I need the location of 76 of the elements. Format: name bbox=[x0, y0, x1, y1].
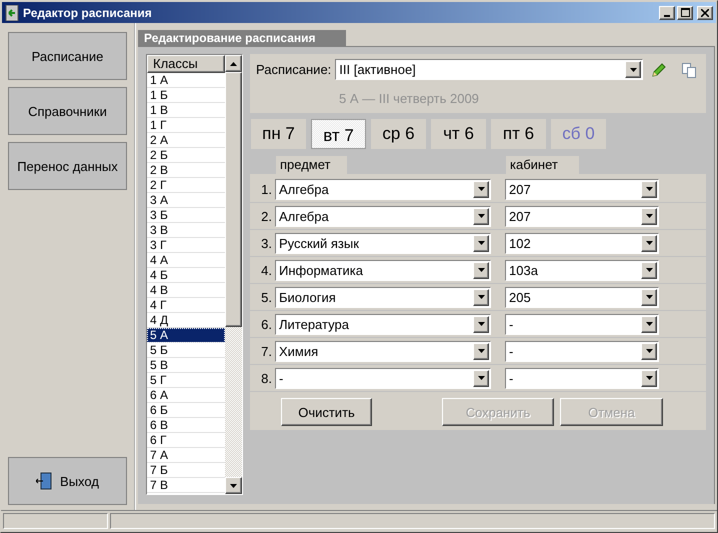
row-number: 2. bbox=[260, 208, 273, 224]
action-button[interactable]: Очистить bbox=[281, 398, 372, 426]
caret-down-icon bbox=[478, 241, 484, 245]
window-title: Редактор расписания bbox=[23, 6, 153, 20]
room-dropdown[interactable]: 102 bbox=[505, 232, 659, 254]
day-tab[interactable]: ср 6 bbox=[371, 119, 426, 149]
maximize-button[interactable] bbox=[677, 6, 693, 20]
row-number: 8. bbox=[260, 370, 273, 386]
maximize-icon bbox=[680, 8, 690, 17]
class-item[interactable]: 5 А bbox=[147, 328, 225, 343]
day-tab[interactable]: вт 7 bbox=[311, 119, 366, 149]
room-dropdown[interactable]: 207 bbox=[505, 178, 659, 200]
row-number: 7. bbox=[260, 344, 273, 358]
schedule-subtitle: 5 А — III четверть 2009 bbox=[339, 91, 480, 106]
caret-down-icon bbox=[478, 376, 484, 380]
caret-up-icon bbox=[230, 62, 237, 66]
exit-door-icon bbox=[36, 472, 52, 490]
subject-dropdown[interactable]: Биология bbox=[275, 286, 491, 308]
subject-dropdown[interactable]: Химия bbox=[275, 340, 491, 362]
caret-down-icon bbox=[478, 268, 484, 272]
minimize-icon bbox=[664, 14, 670, 16]
caret-down-icon bbox=[646, 268, 652, 272]
day-tab[interactable]: чт 6 bbox=[431, 119, 486, 149]
room-dropdown[interactable]: 205 bbox=[505, 286, 659, 308]
caret-down-icon bbox=[478, 322, 484, 326]
scroll-down-button[interactable] bbox=[225, 477, 242, 494]
subject-dropdown[interactable]: Литература bbox=[275, 314, 491, 334]
subject-dropdown[interactable]: Русский язык bbox=[275, 232, 491, 254]
day-tab[interactable]: пт 6 bbox=[491, 119, 546, 149]
nav-button[interactable]: Справочники bbox=[8, 87, 127, 135]
room-dropdown[interactable]: - bbox=[505, 314, 659, 334]
panel-title: Редактирование расписания bbox=[138, 30, 346, 46]
caret-down-icon bbox=[646, 295, 652, 299]
row-number: 3. bbox=[260, 236, 273, 250]
caret-down-icon bbox=[230, 484, 237, 488]
caret-down-icon bbox=[646, 322, 652, 326]
scroll-thumb[interactable] bbox=[225, 72, 242, 327]
subject-dropdown[interactable]: Алгебра bbox=[275, 206, 491, 226]
caret-down-icon bbox=[478, 295, 484, 299]
scroll-up-button[interactable] bbox=[225, 55, 242, 72]
caret-down-icon bbox=[630, 68, 637, 72]
day-tab[interactable]: пн 7 bbox=[251, 119, 306, 149]
pencil-icon[interactable] bbox=[651, 62, 668, 78]
row-number: 1. bbox=[260, 182, 273, 196]
room-dropdown[interactable]: - bbox=[505, 340, 659, 362]
room-dropdown[interactable]: 103а bbox=[505, 260, 659, 280]
column-header: кабинет bbox=[506, 156, 579, 174]
minimize-button[interactable] bbox=[659, 6, 675, 20]
schedule-label: Расписание: bbox=[256, 62, 332, 77]
caret-down-icon bbox=[478, 214, 484, 218]
app-icon bbox=[5, 4, 19, 20]
nav-button[interactable]: Расписание bbox=[8, 32, 127, 80]
exit-button[interactable]: Выход bbox=[8, 457, 127, 505]
copy-icon[interactable] bbox=[681, 62, 698, 78]
caret-down-icon bbox=[478, 187, 484, 191]
scrollbar[interactable] bbox=[225, 55, 242, 494]
room-dropdown[interactable]: 207 bbox=[505, 206, 659, 226]
nav-button[interactable]: Перенос данных bbox=[8, 142, 127, 190]
room-dropdown[interactable]: - bbox=[505, 368, 659, 388]
close-button[interactable] bbox=[697, 6, 713, 20]
caret-down-icon bbox=[646, 376, 652, 380]
schedule-dropdown[interactable]: III [активное] bbox=[335, 59, 644, 80]
row-number: 4. bbox=[260, 262, 273, 278]
subject-dropdown[interactable]: Алгебра bbox=[275, 178, 491, 200]
caret-down-icon bbox=[646, 214, 652, 218]
column-header: предмет bbox=[276, 156, 347, 174]
caret-down-icon bbox=[646, 187, 652, 191]
row-number: 6. bbox=[260, 316, 273, 332]
subject-dropdown[interactable]: - bbox=[275, 368, 491, 388]
caret-down-icon bbox=[646, 349, 652, 353]
row-number: 5. bbox=[260, 290, 273, 304]
caret-down-icon bbox=[646, 241, 652, 245]
caret-down-icon bbox=[478, 349, 484, 353]
subject-dropdown[interactable]: Информатика bbox=[275, 260, 491, 280]
column-header: Классы bbox=[147, 55, 225, 73]
close-icon bbox=[701, 8, 709, 16]
